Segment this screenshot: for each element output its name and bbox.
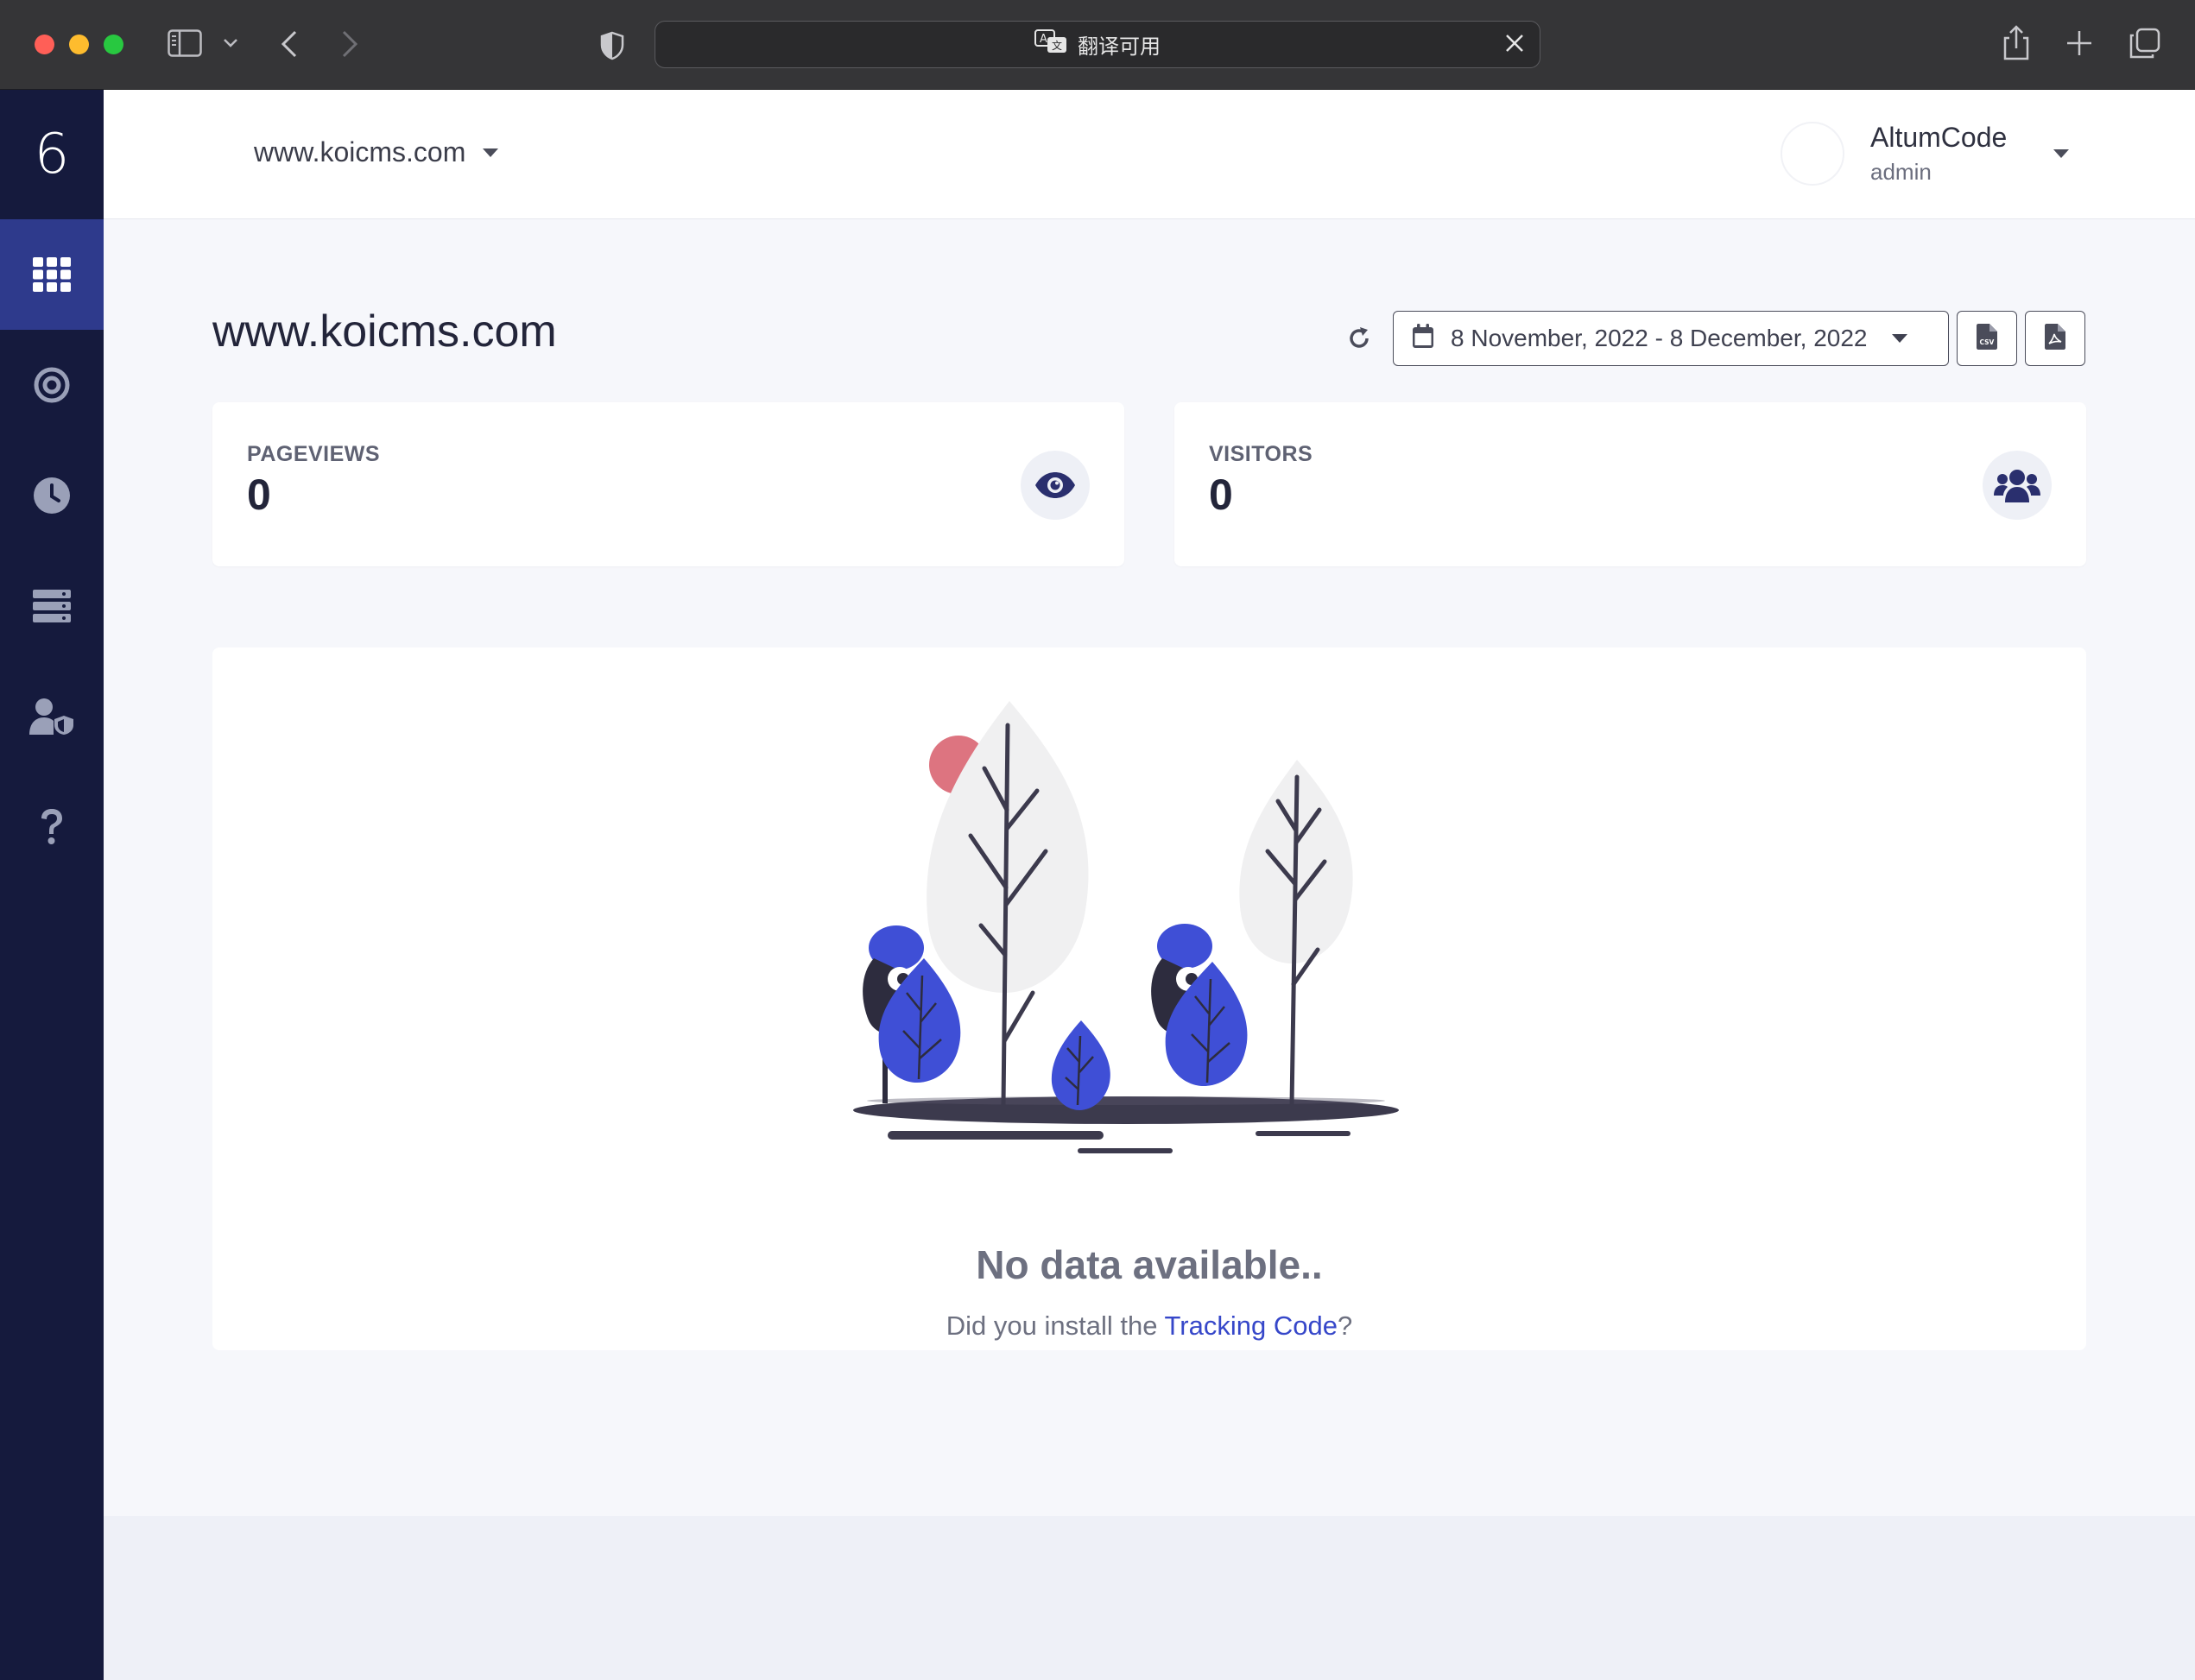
top-navbar: www.koicms.com AltumCode admin bbox=[104, 90, 2195, 219]
app-logo[interactable]: 6 bbox=[0, 90, 104, 219]
pageviews-label: PAGEVIEWS bbox=[247, 442, 381, 466]
sidebar-item-admin[interactable] bbox=[0, 661, 104, 772]
empty-state-title: No data available.. bbox=[976, 1242, 1323, 1287]
grid-icon bbox=[33, 257, 71, 292]
sidebar: 6 bbox=[0, 90, 104, 1680]
site-selector-label: www.koicms.com bbox=[254, 136, 466, 167]
caret-down-icon bbox=[2053, 149, 2069, 158]
caret-down-icon bbox=[483, 148, 499, 157]
refresh-button[interactable] bbox=[1342, 323, 1376, 357]
no-data-illustration bbox=[851, 699, 1456, 1170]
visitors-card: VISITORS 0 bbox=[1174, 402, 2086, 566]
question-icon bbox=[39, 808, 65, 846]
back-icon[interactable] bbox=[280, 29, 299, 59]
translate-icon[interactable]: A文 bbox=[1034, 29, 1067, 60]
empty-state-subtitle-end: ? bbox=[1337, 1311, 1353, 1341]
empty-state-card: No data available.. Did you install the … bbox=[212, 647, 2086, 1350]
sidebar-item-realtime[interactable] bbox=[0, 440, 104, 551]
eye-icon bbox=[1021, 451, 1090, 520]
users-icon bbox=[1983, 451, 2052, 520]
visitors-label: VISITORS bbox=[1209, 442, 1313, 466]
footer-band bbox=[104, 1516, 2195, 1680]
date-range-label: 8 November, 2022 - 8 December, 2022 bbox=[1451, 325, 1868, 351]
caret-down-icon bbox=[1891, 334, 1907, 343]
sidebar-item-help[interactable] bbox=[0, 772, 104, 882]
refresh-icon bbox=[1347, 326, 1371, 355]
minimize-window-button[interactable] bbox=[69, 35, 89, 54]
sidebar-item-websites[interactable] bbox=[0, 551, 104, 661]
user-role: admin bbox=[1870, 159, 1932, 185]
privacy-shield-icon[interactable] bbox=[599, 31, 625, 60]
site-selector-dropdown[interactable]: www.koicms.com bbox=[254, 136, 499, 168]
sidebar-toggle-icon[interactable] bbox=[168, 29, 202, 57]
svg-text:CSV: CSV bbox=[1980, 338, 1995, 346]
file-pdf-icon bbox=[2045, 323, 2065, 354]
page-title: www.koicms.com bbox=[212, 306, 557, 357]
file-csv-icon: CSV bbox=[1977, 323, 1997, 354]
svg-text:文: 文 bbox=[1052, 39, 1062, 52]
pageviews-card: PAGEVIEWS 0 bbox=[212, 402, 1124, 566]
sidebar-item-dashboard[interactable] bbox=[0, 219, 104, 330]
tracking-code-link[interactable]: Tracking Code bbox=[1165, 1311, 1338, 1341]
export-pdf-button[interactable] bbox=[2025, 311, 2085, 366]
clock-icon bbox=[33, 477, 71, 515]
calendar-icon bbox=[1413, 323, 1433, 354]
export-csv-button[interactable]: CSV bbox=[1957, 311, 2017, 366]
avatar bbox=[1781, 122, 1844, 186]
pageviews-value: 0 bbox=[247, 471, 271, 519]
visitors-value: 0 bbox=[1209, 471, 1233, 519]
address-text: 翻译可用 bbox=[1078, 35, 1161, 59]
close-window-button[interactable] bbox=[35, 35, 54, 54]
empty-state-subtitle-text: Did you install the bbox=[946, 1311, 1165, 1341]
main-content: www.koicms.com AltumCode admin www.koicm… bbox=[104, 90, 2195, 1680]
browser-titlebar: A文 翻译可用 bbox=[0, 0, 2195, 90]
user-name: AltumCode bbox=[1870, 122, 2008, 153]
empty-state-subtitle: Did you install the Tracking Code? bbox=[212, 1311, 2086, 1342]
server-icon bbox=[33, 590, 71, 622]
share-icon[interactable] bbox=[2002, 24, 2031, 60]
user-shield-icon bbox=[29, 698, 74, 735]
chevron-down-icon[interactable] bbox=[223, 38, 238, 48]
close-icon[interactable] bbox=[1503, 32, 1526, 60]
zoom-window-button[interactable] bbox=[104, 35, 123, 54]
forward-icon[interactable] bbox=[340, 29, 359, 59]
tab-overview-icon[interactable] bbox=[2129, 28, 2160, 59]
address-bar[interactable]: A文 翻译可用 bbox=[655, 21, 1540, 68]
svg-text:A: A bbox=[1040, 33, 1047, 46]
user-menu-dropdown[interactable]: AltumCode admin bbox=[1781, 121, 2069, 186]
new-tab-icon[interactable] bbox=[2065, 29, 2093, 57]
target-icon bbox=[33, 366, 71, 404]
sidebar-item-goals[interactable] bbox=[0, 330, 104, 440]
date-range-picker[interactable]: 8 November, 2022 - 8 December, 2022 bbox=[1393, 311, 1949, 366]
